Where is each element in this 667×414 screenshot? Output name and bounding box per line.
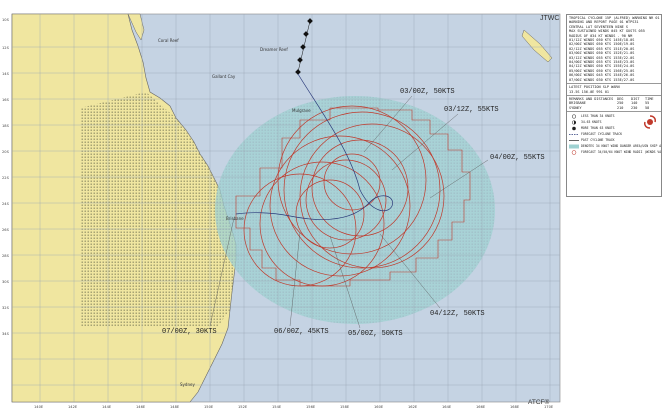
fcst-label-03-00z: 03/00Z, 50KTS [400,88,455,96]
agency-label: JTWC [540,15,560,22]
svg-text:26S: 26S [2,228,10,232]
lon-tick-labels: 140E 142E 144E 146E 148E 150E 152E 154E … [34,405,554,409]
place-sydney: Sydney [180,382,195,387]
distance-cell: 210 [617,105,624,110]
svg-text:142E: 142E [68,405,78,409]
svg-text:24S: 24S [2,202,10,206]
area-symbol-icon [569,144,579,149]
svg-text:140E: 140E [34,405,44,409]
system-label: ATCF® [528,399,550,406]
fcst-label-06-00z: 06/00Z, 45KTS [274,328,329,336]
distance-table: REMARKS AND DISTANCES DEG DIST TIME BRISBANE… [567,96,661,113]
svg-text:166E: 166E [476,405,486,409]
fcst-label-05-00z: 05/00Z, 50KTS [348,330,403,338]
warning-text-block: TROPICAL CYCLONE 15P (ALFRED) WARNING NR… [567,15,661,85]
legend-label: LESS THAN 34 KNOTS [581,113,615,118]
svg-text:32S: 32S [2,306,10,310]
warning-line: 07/00Z WINDS 030 KTS 153E/27.0S [569,77,635,82]
legend-label: FORECAST 34/50/64 KNOT WIND RADII (WINDS… [581,149,662,154]
dash-symbol-icon [569,132,579,137]
place-brisbane: Brisbane [226,216,244,221]
svg-text:144E: 144E [102,405,112,409]
position-block: LATEST POSITION SLP WARN 13.5S 156.0E 991… [567,84,661,96]
svg-text:150E: 150E [204,405,214,409]
place-coral-reef: Coral Reef [158,38,179,43]
half-symbol-icon [569,120,579,125]
legend-label: PAST CYCLONE TRACK [581,137,615,142]
fcst-label-04-12z: 04/12Z, 50KTS [430,310,485,318]
svg-text:158E: 158E [340,405,350,409]
info-panel: TROPICAL CYCLONE 15P (ALFRED) WARNING NR… [566,14,662,197]
cyclone-symbol-icon [642,114,658,130]
svg-text:168E: 168E [510,405,520,409]
fcst-label-07-00z: 07/00Z, 30KTS [162,328,217,336]
ring-symbol-icon [569,114,579,119]
legend-label: DENOTES 34 KNOT WIND DANGER AREA/USN SHI… [581,143,662,148]
fcst-label-03-12z: 03/12Z, 55KTS [444,106,499,114]
legend-item: FORECAST 34/50/64 KNOT WIND RADII (WINDS… [569,149,662,155]
lat-tick-labels: 10S 12S 14S 16S 18S 20S 22S 24S 26S 28S … [2,18,10,336]
svg-text:14S: 14S [2,72,10,76]
distance-row: SYDNEY 210 230 58 [569,106,659,110]
svg-text:154E: 154E [272,405,282,409]
svg-text:160E: 160E [374,405,384,409]
legend-item: DENOTES 34 KNOT WIND DANGER AREA/USN SHI… [569,143,662,149]
legend-label: FORECAST CYCLONE TRACK [581,131,622,136]
svg-text:146E: 146E [136,405,146,409]
solid-symbol-icon [569,138,579,143]
legend-label: MORE THAN 63 KNOTS [581,125,615,130]
svg-text:22S: 22S [2,176,10,180]
svg-text:28S: 28S [2,254,10,258]
legend: LESS THAN 34 KNOTS 34-63 KNOTS MORE THAN 6… [567,112,661,156]
svg-text:10S: 10S [2,18,10,22]
svg-text:18S: 18S [2,124,10,128]
filled-symbol-icon [569,126,579,131]
distance-cell: SYDNEY [569,105,582,110]
svg-text:156E: 156E [306,405,316,409]
position-line: 13.5S 156.0E 991 01 [569,89,610,94]
svg-text:30S: 30S [2,280,10,284]
svg-text:16S: 16S [2,98,10,102]
distance-cell: 230 [631,105,638,110]
place-dreamer-reef: Dreamer Reef [260,47,288,52]
svg-text:148E: 148E [170,405,180,409]
place-gallant-cay: Gallant Cay [212,74,236,79]
legend-label: 34-63 KNOTS [581,119,602,124]
svg-text:20S: 20S [2,150,10,154]
fcst-label-04-00z: 04/00Z, 55KTS [490,154,545,162]
svg-text:152E: 152E [238,405,248,409]
svg-text:34S: 34S [2,332,10,336]
svg-text:164E: 164E [442,405,452,409]
distance-cell: 58 [645,105,650,110]
place-mulgrave: Mulgrave [292,108,311,113]
radii-symbol-icon [569,149,579,155]
svg-text:162E: 162E [408,405,418,409]
svg-text:12S: 12S [2,46,10,50]
